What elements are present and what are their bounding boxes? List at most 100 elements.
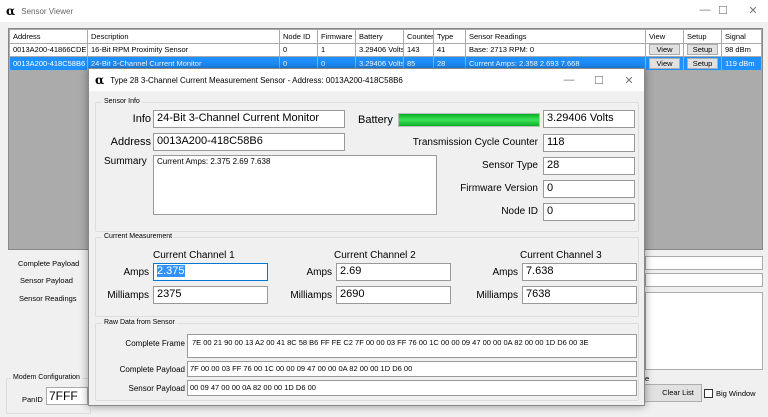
view-button[interactable]: View bbox=[649, 44, 680, 56]
col-address[interactable]: Address bbox=[9, 29, 88, 44]
col-counter[interactable]: Counter bbox=[403, 29, 434, 44]
sensor-payload-label: Sensor Payload bbox=[20, 276, 73, 285]
channel-3-ma-field[interactable]: 7638 bbox=[522, 286, 637, 304]
sensor-type-field[interactable]: 28 bbox=[543, 157, 635, 175]
cell-counter: 143 bbox=[403, 42, 434, 57]
sensor-readings-label: Sensor Readings bbox=[19, 294, 77, 303]
view-button[interactable]: View bbox=[649, 57, 680, 69]
cell-type: 41 bbox=[433, 42, 466, 57]
dialog-titlebar: α Type 28 3-Channel Current Measurement … bbox=[89, 69, 644, 91]
close-button[interactable]: ✕ bbox=[738, 0, 768, 20]
clear-list-button[interactable]: Clear List bbox=[640, 384, 702, 402]
col-readings[interactable]: Sensor Readings bbox=[465, 29, 646, 44]
current-measurement-group: Current Measurement Current Channel 1 Am… bbox=[95, 233, 639, 317]
big-window-label: Big Window bbox=[716, 389, 756, 398]
setup-button[interactable]: Setup bbox=[687, 57, 718, 69]
channel-3-amps-field[interactable]: 7.638 bbox=[522, 263, 637, 281]
firmware-field[interactable]: 0 bbox=[543, 180, 635, 198]
channel-2-amps-field[interactable]: 2.69 bbox=[336, 263, 451, 281]
battery-field[interactable]: 3.29406 Volts bbox=[543, 110, 635, 128]
app-logo-icon: α bbox=[6, 4, 16, 18]
sensor-payload-dialog-field[interactable]: 00 09 47 00 00 0A 82 00 00 1D D6 00 bbox=[187, 380, 637, 396]
complete-payload-dialog-label: Complete Payload bbox=[119, 365, 185, 374]
raw-data-group: Raw Data from Sensor Complete Frame 7E 0… bbox=[95, 319, 639, 401]
channel-3-title: Current Channel 3 bbox=[520, 250, 602, 261]
cell-battery: 3.29406 Volts bbox=[355, 42, 404, 57]
channel-2-ma-field[interactable]: 2690 bbox=[336, 286, 451, 304]
sensor-payload-dialog-label: Sensor Payload bbox=[128, 384, 185, 393]
summary-field[interactable]: Current Amps: 2.375 2.69 7.638 bbox=[153, 155, 437, 215]
battery-label: Battery bbox=[358, 114, 393, 126]
amps-label-2: Amps bbox=[306, 267, 332, 278]
table-row[interactable]: 0013A200-41866CDE 16-Bit RPM Proximity Se… bbox=[9, 42, 762, 57]
battery-bar bbox=[398, 113, 540, 127]
col-node-id[interactable]: Node ID bbox=[279, 29, 318, 44]
summary-label: Summary bbox=[104, 156, 147, 167]
sensor-type-label: Sensor Type bbox=[482, 160, 538, 171]
dialog-maximize-button[interactable]: ☐ bbox=[584, 70, 614, 90]
col-setup[interactable]: Setup bbox=[683, 29, 722, 44]
channel-1-title: Current Channel 1 bbox=[153, 250, 235, 261]
raw-data-title: Raw Data from Sensor bbox=[102, 319, 177, 326]
amps-label-3: Amps bbox=[492, 267, 518, 278]
clear-list-label: Clear List bbox=[662, 388, 694, 397]
dialog-title: Type 28 3-Channel Current Measurement Se… bbox=[110, 75, 403, 85]
col-view[interactable]: View bbox=[645, 29, 684, 44]
node-id-field[interactable]: 0 bbox=[543, 203, 635, 221]
cell-readings: Base: 2713 RPM: 0 bbox=[465, 42, 646, 57]
milliamps-label-1: Milliamps bbox=[107, 290, 149, 301]
cell-firmware: 1 bbox=[317, 42, 356, 57]
complete-payload-label: Complete Payload bbox=[18, 259, 80, 268]
panid-field[interactable]: 7FFF bbox=[46, 387, 88, 405]
address-field[interactable]: 0013A200-418C58B6 bbox=[153, 133, 345, 151]
col-type[interactable]: Type bbox=[433, 29, 466, 44]
sensor-payload-field[interactable] bbox=[645, 273, 763, 287]
sensor-info-title: Sensor Info bbox=[102, 98, 142, 105]
col-battery[interactable]: Battery bbox=[355, 29, 404, 44]
col-signal[interactable]: Signal bbox=[721, 29, 762, 44]
dialog-close-button[interactable]: ✕ bbox=[614, 70, 644, 90]
cell-address: 0013A200-41866CDE bbox=[9, 42, 88, 57]
cell-address: 0013A200-418C58B6 bbox=[9, 56, 88, 71]
dialog-minimize-button[interactable]: — bbox=[554, 70, 584, 90]
firmware-label: Firmware Version bbox=[460, 183, 538, 194]
amps-label-1: Amps bbox=[123, 267, 149, 278]
main-titlebar: α Sensor Viewer — ☐ ✕ bbox=[0, 0, 768, 22]
complete-payload-dialog-field[interactable]: 7F 00 00 03 FF 76 00 1C 00 00 09 47 00 0… bbox=[187, 361, 637, 377]
col-description[interactable]: Description bbox=[87, 29, 280, 44]
cell-node-id: 0 bbox=[279, 42, 318, 57]
grid-header: Address Description Node ID Firmware Battery… bbox=[9, 29, 762, 44]
channel-1-amps-field[interactable]: 2.375 bbox=[153, 263, 268, 281]
cell-signal: 98 dBm bbox=[721, 42, 762, 57]
current-measurement-title: Current Measurement bbox=[102, 233, 175, 240]
cell-signal: 119 dBm bbox=[721, 56, 762, 71]
maximize-button[interactable]: ☐ bbox=[708, 0, 738, 20]
milliamps-label-3: Milliamps bbox=[476, 290, 518, 301]
milliamps-label-2: Milliamps bbox=[290, 290, 332, 301]
dialog-logo-icon: α bbox=[95, 73, 105, 87]
setup-button[interactable]: Setup bbox=[687, 44, 718, 56]
tcc-label: Transmission Cycle Counter bbox=[412, 137, 538, 148]
sensor-info-group: Sensor Info Info 24-Bit 3-Channel Curren… bbox=[95, 98, 639, 232]
address-label: Address bbox=[110, 136, 151, 148]
complete-frame-label: Complete Frame bbox=[125, 339, 185, 348]
panid-label: PanID bbox=[22, 395, 43, 404]
channel-1-ma-field[interactable]: 2375 bbox=[153, 286, 268, 304]
modem-config-title: Modem Configuration bbox=[11, 374, 82, 381]
channel-1-amps-value: 2.375 bbox=[157, 265, 185, 277]
sensor-readings-field[interactable] bbox=[645, 292, 763, 370]
info-field[interactable]: 24-Bit 3-Channel Current Monitor bbox=[153, 110, 345, 128]
cell-description: 16-Bit RPM Proximity Sensor bbox=[87, 42, 280, 57]
sensor-detail-dialog: α Type 28 3-Channel Current Measurement … bbox=[88, 68, 645, 406]
col-firmware[interactable]: Firmware bbox=[317, 29, 356, 44]
node-id-label: Node ID bbox=[501, 206, 538, 217]
big-window-checkbox[interactable] bbox=[704, 389, 713, 398]
complete-frame-field[interactable]: 7E 00 21 90 00 13 A2 00 41 8C 58 B6 FF F… bbox=[187, 334, 637, 358]
group-title-fragment: e bbox=[645, 374, 650, 383]
tcc-field[interactable]: 118 bbox=[543, 134, 635, 152]
complete-payload-field[interactable] bbox=[645, 256, 763, 270]
window-title: Sensor Viewer bbox=[21, 6, 74, 16]
info-label: Info bbox=[132, 113, 151, 125]
battery-bar-fill bbox=[399, 114, 539, 126]
channel-2-title: Current Channel 2 bbox=[334, 250, 416, 261]
